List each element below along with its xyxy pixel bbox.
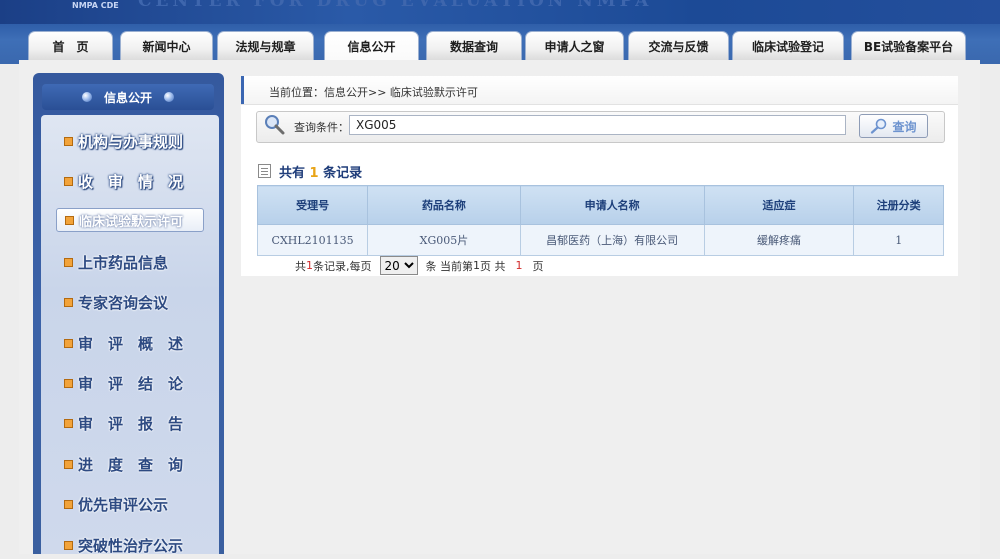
pager-current: 1 — [473, 259, 480, 272]
bullet-icon — [64, 500, 73, 509]
sidebar-item-8[interactable]: 进 度 查 询 — [46, 450, 214, 478]
page-size-select[interactable]: 20 — [379, 256, 418, 275]
record-count: 共有 1 条记录 — [279, 162, 362, 181]
sidebar-item-label: 机构与办事规则 — [78, 132, 184, 151]
pager-current-prefix: 条 当前第 — [425, 259, 474, 273]
record-count-suffix: 条记录 — [323, 166, 363, 181]
sidebar-item-3[interactable]: 上市药品信息 — [46, 248, 214, 276]
tab-5[interactable]: 申请人之窗 — [525, 31, 624, 60]
sidebar-item-label: 收 审 情 况 — [78, 172, 184, 191]
bullet-icon — [65, 216, 74, 225]
tab-4[interactable]: 数据查询 — [426, 31, 522, 60]
column-header: 药品名称 — [367, 185, 521, 225]
pager-pages: 1 — [515, 259, 523, 272]
search-label: 查询条件： — [294, 121, 349, 134]
tab-3[interactable]: 信息公开 — [324, 31, 419, 60]
pager-total-prefix: 共 — [295, 259, 306, 273]
bullet-icon — [64, 137, 73, 146]
bullet-icon — [64, 541, 73, 550]
column-header: 注册分类 — [853, 185, 944, 225]
site-banner: NMPA CDE CENTER FOR DRUG EVALUATION NMPA — [0, 0, 1000, 24]
orb-icon — [81, 92, 92, 102]
sidebar-item-label: 审 评 结 论 — [78, 374, 184, 393]
magnifier-icon — [265, 115, 285, 135]
pager-current-suffix: 页 共 — [480, 259, 506, 273]
bullet-icon — [64, 339, 73, 348]
bullet-icon — [64, 460, 73, 469]
tab-0[interactable]: 首 页 — [28, 31, 113, 60]
sidebar-item-label: 上市药品信息 — [78, 253, 169, 272]
table-row[interactable]: CXHL2101135 XG005片 昌郁医药（上海）有限公司 缓解疼痛 1 — [256, 224, 944, 256]
bullet-icon — [64, 258, 73, 267]
sidebar-item-4[interactable]: 专家咨询会议 — [46, 288, 214, 316]
sidebar-item-label: 突破性治疗公示 — [78, 536, 184, 555]
breadcrumb: 当前位置：信息公开>> 临床试验默示许可 — [269, 86, 478, 99]
bullet-icon — [64, 379, 73, 388]
pager-per-page-text: 条记录,每页 — [313, 259, 372, 273]
sidebar-item-1[interactable]: 收 审 情 况 — [46, 167, 214, 195]
sidebar-item-label: 进 度 查 询 — [78, 455, 184, 474]
bullet-icon — [64, 177, 73, 186]
query-button[interactable]: 查询 — [859, 114, 928, 138]
tab-7[interactable]: 临床试验登记 — [732, 31, 844, 60]
sidebar-item-label: 临床试验默示许可 — [79, 214, 184, 230]
tab-1[interactable]: 新闻中心 — [120, 31, 213, 60]
sidebar-item-label: 审 评 概 述 — [78, 334, 184, 353]
sidebar-item-0[interactable]: 机构与办事规则 — [46, 127, 214, 155]
sidebar-item-label: 专家咨询会议 — [78, 293, 169, 312]
sidebar-item-label: 优先审评公示 — [78, 495, 169, 514]
bullet-icon — [64, 419, 73, 428]
sidebar-item-7[interactable]: 审 评 报 告 — [46, 409, 214, 437]
table-cell: 1 — [853, 224, 944, 256]
sidebar-header: 信息公开 — [42, 84, 214, 110]
site-logo: NMPA CDE — [72, 1, 119, 10]
search-input[interactable] — [349, 115, 846, 135]
sidebar-item-6[interactable]: 审 评 结 论 — [46, 369, 214, 397]
table-body: CXHL2101135 XG005片 昌郁医药（上海）有限公司 缓解疼痛 1 — [256, 224, 944, 256]
pager: 共 1 条记录,每页 20 条 当前第 1 页 共 1 页 — [295, 256, 544, 275]
pager-pages-suffix: 页 — [532, 259, 544, 273]
orb-icon — [164, 92, 174, 102]
tab-8[interactable]: BE试验备案平台 — [851, 31, 966, 60]
sidebar-item-2[interactable]: 临床试验默示许可 — [56, 208, 204, 232]
table-cell: XG005片 — [367, 224, 521, 256]
sidebar-header-label: 信息公开 — [103, 90, 152, 105]
column-header: 适应症 — [703, 185, 855, 225]
table-cell: CXHL2101135 — [256, 224, 369, 256]
tab-2[interactable]: 法规与规章 — [217, 31, 314, 60]
query-button-label: 查询 — [892, 119, 917, 134]
table-cell: 昌郁医药（上海）有限公司 — [519, 224, 705, 256]
table-cell: 缓解疼痛 — [703, 224, 855, 256]
sidebar-item-9[interactable]: 优先审评公示 — [46, 490, 214, 518]
document-icon — [258, 164, 271, 178]
column-header: 受理号 — [256, 185, 369, 225]
bullet-icon — [64, 298, 73, 307]
tab-6[interactable]: 交流与反馈 — [628, 31, 729, 60]
sidebar-item-label: 审 评 报 告 — [78, 414, 184, 433]
column-header: 申请人名称 — [519, 185, 705, 225]
table-header-row: 受理号 药品名称 申请人名称 适应症 注册分类 — [256, 185, 944, 225]
sidebar-item-10[interactable]: 突破性治疗公示 — [46, 531, 214, 559]
record-count-prefix: 共有 — [279, 166, 306, 181]
pager-total: 1 — [306, 259, 313, 272]
search-icon — [871, 118, 887, 134]
banner-title: CENTER FOR DRUG EVALUATION NMPA — [138, 0, 653, 11]
results-table: 受理号 药品名称 申请人名称 适应症 注册分类 CXHL2101135 XG005片 昌郁医… — [256, 185, 944, 256]
sidebar-item-5[interactable]: 审 评 概 述 — [46, 329, 214, 357]
record-count-number: 1 — [309, 166, 319, 181]
